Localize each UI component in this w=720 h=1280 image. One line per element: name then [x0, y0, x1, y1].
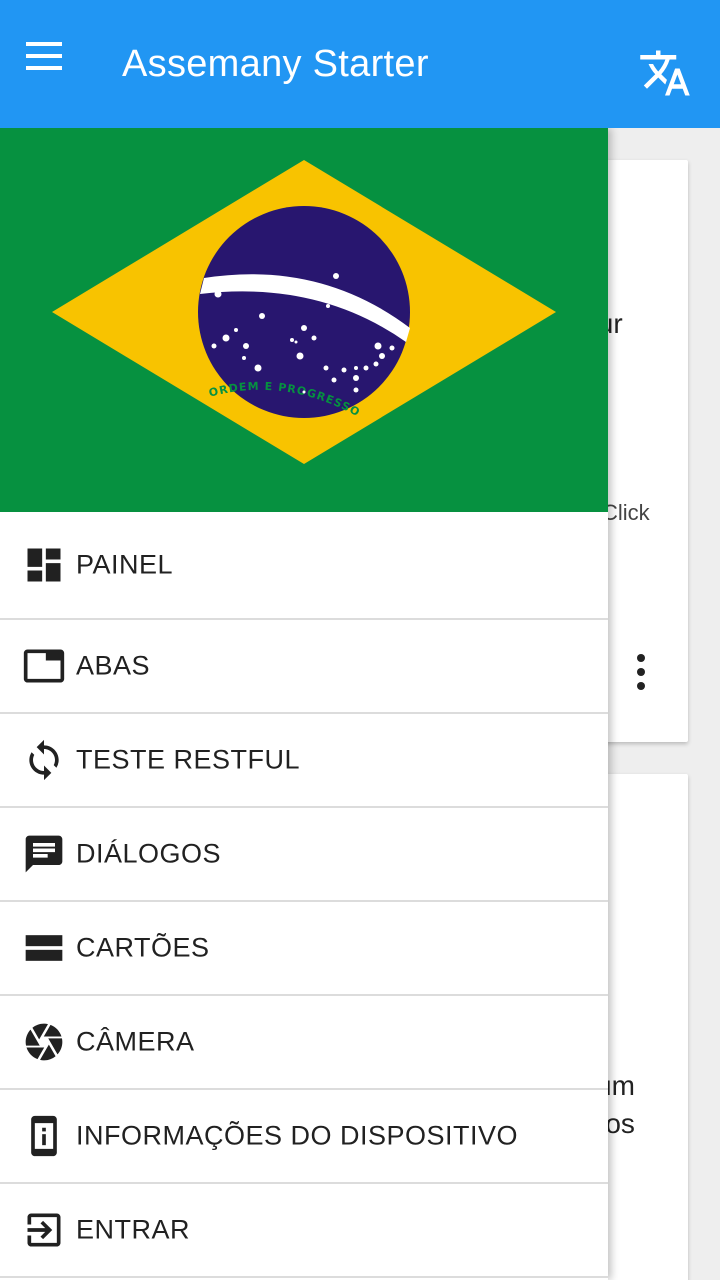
- credit-card-icon: [25, 935, 63, 961]
- chat-message-icon: [25, 835, 63, 873]
- menu-item-abas[interactable]: ABAS: [0, 620, 608, 714]
- menu-item-label: PAINEL: [76, 549, 174, 580]
- navigation-drawer: ORDEM E PROGRESSO PAINEL ABAS TESTE REST…: [0, 128, 608, 1280]
- sync-icon: [29, 739, 59, 781]
- menu-item-painel[interactable]: PAINEL: [0, 512, 608, 620]
- menu-button[interactable]: [12, 36, 76, 80]
- top-app-bar: Assemany Starter: [0, 0, 720, 128]
- menu-item-label: ABAS: [76, 650, 151, 681]
- app-title: Assemany Starter: [122, 43, 429, 85]
- menu-item-informacoes-dispositivo[interactable]: INFORMAÇÕES DO DISPOSITIVO: [0, 1090, 608, 1184]
- camera-shutter-icon: [25, 1023, 63, 1061]
- drawer-header-image: ORDEM E PROGRESSO: [0, 128, 608, 512]
- menu-item-entrar[interactable]: ENTRAR: [0, 1184, 608, 1278]
- menu-item-camera[interactable]: CÂMERA: [0, 996, 608, 1090]
- login-icon: [27, 1213, 61, 1247]
- menu-item-label: CARTÕES: [76, 932, 210, 963]
- menu-item-label: INFORMAÇÕES DO DISPOSITIVO: [76, 1120, 519, 1151]
- hamburger-menu-icon: [26, 42, 62, 70]
- menu-item-label: CÂMERA: [76, 1026, 195, 1057]
- card-link-fragment[interactable]: Click: [602, 500, 650, 526]
- menu-item-dialogos[interactable]: DIÁLOGOS: [0, 808, 608, 902]
- drawer-menu: PAINEL ABAS TESTE RESTFUL DIÁLOGOS CARTÕ…: [0, 512, 608, 1278]
- menu-item-label: DIÁLOGOS: [76, 838, 222, 869]
- menu-item-teste-restful[interactable]: TESTE RESTFUL: [0, 714, 608, 808]
- menu-item-label: TESTE RESTFUL: [76, 744, 301, 775]
- more-options-button[interactable]: [622, 650, 662, 698]
- device-info-icon: [31, 1115, 57, 1157]
- translate-icon: [640, 50, 690, 96]
- menu-item-label: ENTRAR: [76, 1214, 191, 1245]
- tab-icon: [23, 649, 65, 683]
- brazil-flag: ORDEM E PROGRESSO: [0, 128, 608, 512]
- dashboard-icon: [27, 548, 61, 582]
- menu-item-cartoes[interactable]: CARTÕES: [0, 902, 608, 996]
- translate-button[interactable]: [630, 38, 700, 108]
